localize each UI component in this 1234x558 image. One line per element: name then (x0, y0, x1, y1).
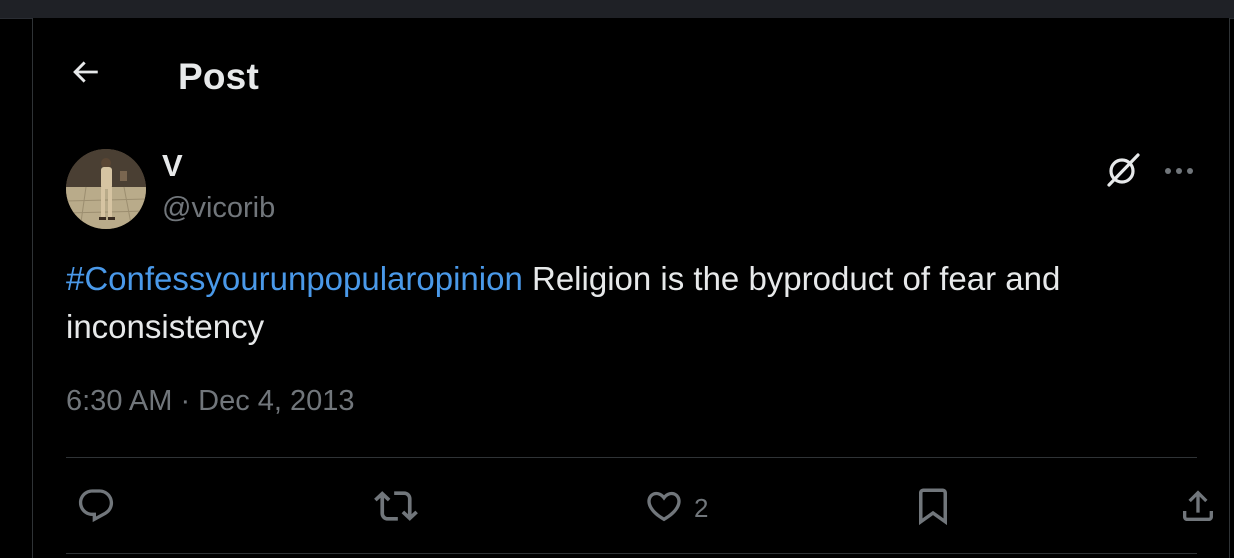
post-text: #Confessyourunpopularopinion Religion is… (66, 255, 1186, 351)
reply-button[interactable] (76, 480, 126, 536)
grok-icon (1104, 151, 1142, 194)
post-timestamp[interactable]: 6:30 AM · Dec 4, 2013 (66, 385, 355, 418)
post-column: Post V @vicorib #Confessyourunpopularopi… (32, 18, 1230, 558)
author-display-name[interactable]: V (162, 148, 275, 184)
repost-icon (374, 484, 418, 533)
like-count: 2 (694, 492, 709, 523)
bookmark-button[interactable] (912, 480, 964, 536)
more-options-button[interactable] (1157, 150, 1201, 194)
reply-icon (76, 486, 116, 531)
share-icon (1178, 486, 1218, 531)
post-actions: 2 (66, 480, 1213, 536)
author-handle[interactable]: @vicorib (162, 190, 275, 226)
grok-button[interactable] (1101, 150, 1145, 194)
browser-top-bar (0, 0, 1234, 19)
like-icon (644, 486, 684, 531)
back-button[interactable] (61, 50, 109, 98)
page-title: Post (178, 56, 259, 97)
arrow-left-icon (68, 55, 102, 94)
divider (66, 457, 1197, 458)
bookmark-icon (912, 485, 954, 532)
hashtag-link[interactable]: #Confessyourunpopularopinion (66, 260, 523, 297)
post-author: V @vicorib (162, 148, 275, 226)
divider (66, 553, 1197, 554)
avatar[interactable] (66, 149, 146, 229)
post-header: Post (33, 46, 1229, 102)
share-button[interactable] (1178, 480, 1218, 536)
repost-button[interactable] (374, 480, 428, 536)
more-icon (1163, 163, 1195, 181)
like-button[interactable]: 2 (644, 480, 708, 536)
